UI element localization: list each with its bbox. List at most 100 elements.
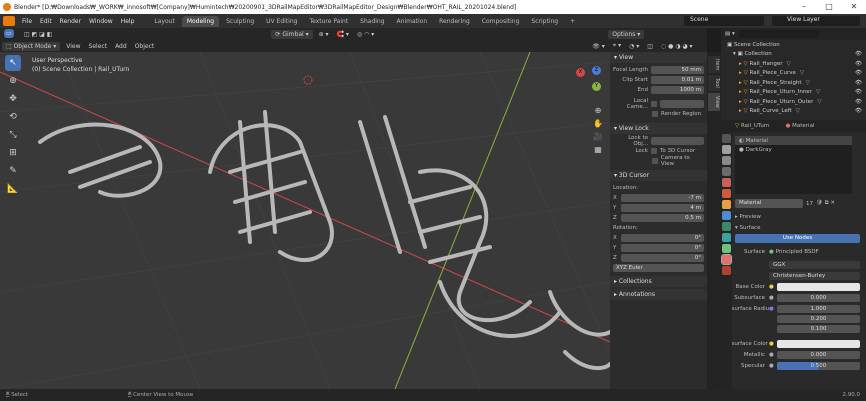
lock-to-object-field[interactable] (651, 137, 704, 145)
tab-tool[interactable]: Tool (708, 75, 720, 92)
subsurface-color-swatch[interactable] (776, 339, 860, 348)
shading-modes-icon[interactable]: ◌ ● ◑ ◕ ▾ (657, 42, 697, 51)
rotate-tool-icon[interactable]: ⟲ (5, 109, 21, 125)
select-mode-icons[interactable]: ◫ ◩ ◪ ◧ (20, 30, 56, 39)
scene-properties-icon[interactable] (722, 178, 731, 187)
clip-end-field[interactable]: 1000 m (651, 86, 704, 94)
use-nodes-button[interactable]: Use Nodes (735, 234, 860, 243)
menu-object[interactable]: Object (131, 42, 159, 51)
outliner-search-input[interactable] (738, 30, 819, 38)
pan-hand-icon[interactable]: ✋ (590, 117, 606, 130)
cursor-location-y[interactable]: 4 m (621, 204, 704, 212)
visibility-eye-icon[interactable]: 👁 (855, 70, 862, 76)
material-slot[interactable]: ◐ Material (735, 136, 852, 145)
outliner-item[interactable]: ▸ ▽ Rail_Piece_Uturn_Outer ▽ 👁 (721, 97, 866, 107)
material-name-field[interactable]: Material (735, 199, 803, 208)
cursor-location-z[interactable]: 0.5 m (621, 214, 704, 222)
outliner-item[interactable]: ▸ ▽ Rail_Piece_Straight ▽ 👁 (721, 78, 866, 88)
subsurface-radius-z[interactable]: 0.100 (777, 325, 860, 333)
tab-item[interactable]: Item (708, 56, 720, 74)
view-layer-properties-icon[interactable] (722, 167, 731, 176)
navigation-gizmo[interactable]: X Z Y (572, 64, 606, 98)
orientation-dropdown[interactable]: ⟳ Gimbal ▾ (271, 29, 313, 39)
tab-animation[interactable]: Animation (392, 16, 433, 27)
visibility-eye-icon[interactable]: 👁 (855, 89, 862, 95)
minimize-icon[interactable]: – (792, 1, 816, 13)
z-axis-icon[interactable]: Z (592, 66, 601, 75)
base-color-swatch[interactable] (776, 282, 860, 291)
blender-menu-icon[interactable] (3, 16, 15, 26)
tab-scripting[interactable]: Scripting (526, 16, 563, 27)
modifier-properties-icon[interactable] (722, 211, 731, 220)
tool-properties-icon[interactable] (722, 134, 731, 143)
outliner-collection[interactable]: ▾ ▣ Collection 👁 (721, 50, 866, 60)
distribution-dropdown[interactable]: GGX (769, 260, 860, 269)
annotations-section-header[interactable]: ▸ Annotations (610, 289, 707, 300)
clip-start-field[interactable]: 0.01 m (651, 76, 704, 84)
object-properties-icon[interactable] (722, 200, 731, 209)
xray-icon[interactable]: ◫ (643, 42, 657, 51)
subsurface-radius-x[interactable]: 1.000 (776, 304, 860, 313)
local-camera-checkbox[interactable] (651, 101, 657, 107)
x-axis-icon[interactable]: X (576, 68, 585, 77)
menu-view[interactable]: View (62, 42, 84, 51)
options-dropdown[interactable]: Options ▾ (608, 29, 645, 39)
scale-tool-icon[interactable]: ⤡ (5, 127, 21, 143)
material-properties-icon[interactable] (721, 254, 732, 265)
surface-shader-value[interactable]: Principled BSDF (776, 249, 819, 255)
pivot-icon[interactable]: ⊛ ▾ (315, 30, 333, 39)
select-tool-icon[interactable]: ↖ (5, 55, 21, 71)
focal-length-field[interactable]: 50 mm (651, 66, 704, 74)
camera-view-icon[interactable]: 🎥 (590, 130, 606, 143)
cursor-rotation-x[interactable]: 0° (621, 234, 704, 242)
outliner-item[interactable]: ▸ ▽ Rail_Piece_Curve ▽ 👁 (721, 69, 866, 79)
preview-section-header[interactable]: ▸ Preview (721, 211, 866, 222)
zoom-icon[interactable]: ⊕ (590, 104, 606, 117)
tab-compositing[interactable]: Compositing (477, 16, 525, 27)
rotation-mode-dropdown[interactable]: XYZ Euler (613, 264, 704, 272)
cursor-tool-icon[interactable]: ⊕ (5, 73, 21, 89)
visibility-eye-icon[interactable]: 👁 (855, 61, 862, 67)
tab-uv-editing[interactable]: UV Editing (261, 16, 302, 27)
measure-tool-icon[interactable]: 📐 (5, 181, 21, 197)
render-properties-icon[interactable] (722, 145, 731, 154)
object-mode-dropdown[interactable]: ⬚ Object Mode ▾ (2, 41, 61, 51)
data-properties-icon[interactable] (722, 244, 731, 253)
view-section-header[interactable]: ▾ View (610, 52, 707, 63)
add-workspace-icon[interactable]: + (565, 16, 580, 27)
cursor-rotation-z[interactable]: 0° (621, 254, 704, 262)
tab-shading[interactable]: Shading (355, 16, 389, 27)
y-axis-icon[interactable]: Y (592, 82, 601, 91)
tab-texture-paint[interactable]: Texture Paint (304, 16, 353, 27)
outliner-item[interactable]: ▸ ▽ Rail_Piece_Uturn_Inner ▽ 👁 (721, 88, 866, 98)
menu-window[interactable]: Window (85, 18, 117, 25)
world-properties-icon[interactable] (722, 189, 731, 198)
to-3d-cursor-checkbox[interactable] (651, 148, 657, 154)
proportional-edit-icon[interactable]: ◎ ◠ ▾ (353, 30, 378, 39)
scene-selector[interactable]: Scene (684, 16, 764, 26)
menu-select[interactable]: Select (85, 42, 112, 51)
tab-sculpting[interactable]: Sculpting (221, 16, 259, 27)
menu-help[interactable]: Help (117, 18, 139, 25)
collections-section-header[interactable]: ▸ Collections (610, 276, 707, 287)
overlay-icon[interactable]: ◔ ▾ (625, 42, 643, 51)
subsurface-method-dropdown[interactable]: Christensen-Burley (769, 271, 860, 280)
3d-cursor-section-header[interactable]: ▾ 3D Cursor (610, 170, 707, 181)
outliner-item[interactable]: ▸ ▽ Rail_Curve_Left ▽ 👁 (721, 107, 866, 117)
outliner-display-mode-icon[interactable]: ▤ ▾ (725, 31, 735, 37)
outliner-scene-collection[interactable]: ▣ Scene Collection (721, 40, 866, 50)
select-box-icon[interactable]: ▭ (4, 28, 14, 38)
visibility-eye-icon[interactable]: 👁 (855, 108, 862, 114)
outliner-item[interactable]: ▸ ▽ Rail_Hanger ▽ 👁 (721, 59, 866, 69)
annotate-tool-icon[interactable]: ✎ (5, 163, 21, 179)
gizmo-icon[interactable]: ⌖ ▾ (609, 41, 625, 51)
maximize-icon[interactable]: □ (817, 1, 841, 13)
metallic-field[interactable]: 0.000 (776, 350, 860, 359)
local-camera-field[interactable] (660, 100, 704, 108)
visibility-eye-icon[interactable]: 👁 (855, 99, 862, 105)
physics-properties-icon[interactable] (722, 233, 731, 242)
move-tool-icon[interactable]: ✥ (5, 91, 21, 107)
cursor-location-x[interactable]: -7 m (621, 194, 704, 202)
particles-properties-icon[interactable] (722, 222, 731, 231)
render-region-checkbox[interactable] (652, 111, 658, 117)
